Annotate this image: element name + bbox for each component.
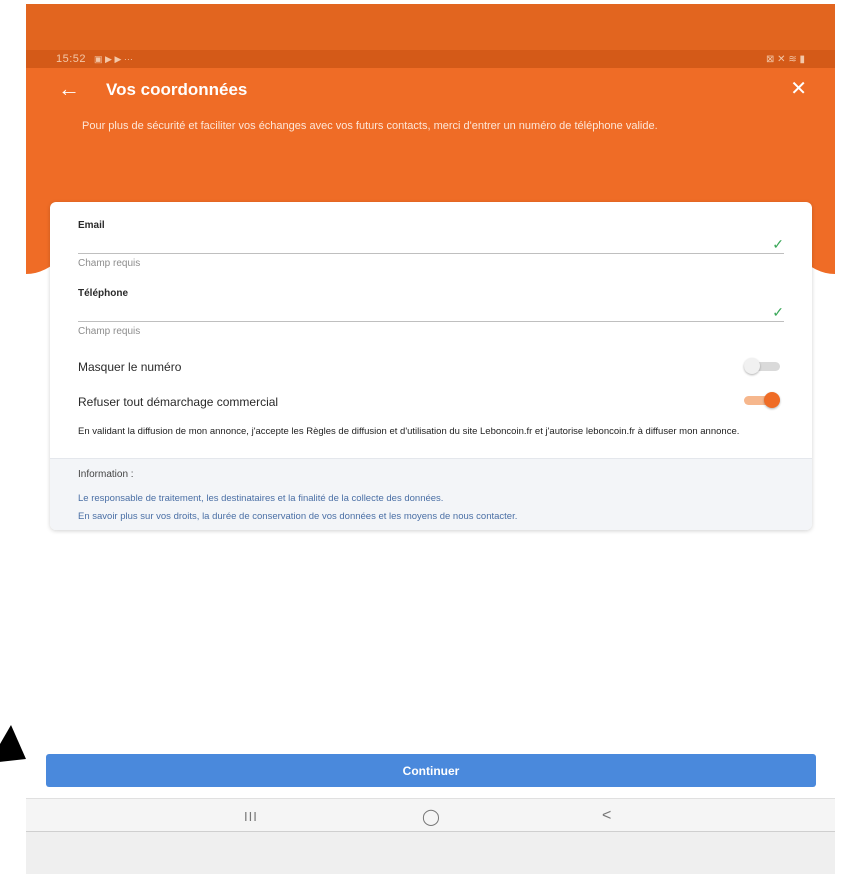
page-title: Vos coordonnées — [106, 80, 248, 99]
screenshot: 15:52 ▣ ▶ ▶ ··· ⊠ ✕ ≋ ▮ ← Vos coordonnée… — [0, 0, 841, 874]
email-field[interactable] — [78, 234, 784, 254]
top-band — [26, 4, 835, 50]
status-time: 15:52 — [56, 53, 87, 65]
toggle-knob — [764, 392, 780, 408]
contact-form-card: Email ✓ Champ requis Téléphone ✓ Champ r… — [50, 202, 812, 530]
notification-icons: ▣ ▶ ▶ ··· — [94, 53, 133, 64]
continue-button[interactable]: Continuer — [46, 754, 816, 787]
recents-icon[interactable]: III — [244, 809, 258, 824]
refuse-marketing-label: Refuser tout démarchage commercial — [78, 395, 279, 409]
phone-valid-check-icon: ✓ — [772, 304, 784, 320]
legal-text: En validant la diffusion de mon annonce,… — [78, 426, 740, 437]
rights-info-link[interactable]: En savoir plus sur vos droits, la durée … — [78, 511, 517, 522]
hide-number-toggle[interactable] — [744, 358, 780, 374]
hide-number-label: Masquer le numéro — [78, 360, 182, 374]
data-controller-link[interactable]: Le responsable de traitement, les destin… — [78, 493, 443, 504]
phone-label: Téléphone — [78, 288, 129, 299]
intro-text: Pour plus de sécurité et faciliter vos é… — [82, 120, 658, 132]
email-hint: Champ requis — [78, 258, 141, 269]
close-icon[interactable]: ✕ — [790, 78, 807, 100]
information-block: Information : Le responsable de traiteme… — [50, 458, 812, 530]
home-icon[interactable]: ◯ — [422, 807, 440, 827]
refuse-marketing-toggle[interactable] — [744, 392, 780, 408]
status-bar: 15:52 ▣ ▶ ▶ ··· ⊠ ✕ ≋ ▮ — [26, 50, 835, 68]
email-valid-check-icon: ✓ — [772, 236, 784, 252]
system-status-icons: ⊠ ✕ ≋ ▮ — [766, 53, 805, 65]
information-title: Information : — [78, 469, 134, 480]
phone-field[interactable] — [78, 302, 784, 322]
phone-hint: Champ requis — [78, 326, 141, 337]
email-label: Email — [78, 220, 105, 231]
phone-screen: 15:52 ▣ ▶ ▶ ··· ⊠ ✕ ≋ ▮ ← Vos coordonnée… — [26, 4, 835, 874]
android-nav-bar: III ◯ < — [26, 798, 835, 832]
toggle-knob — [744, 358, 760, 374]
back-icon[interactable]: < — [602, 807, 611, 825]
arrow-left-icon[interactable]: ← — [58, 78, 80, 100]
bottom-bezel — [26, 832, 835, 874]
